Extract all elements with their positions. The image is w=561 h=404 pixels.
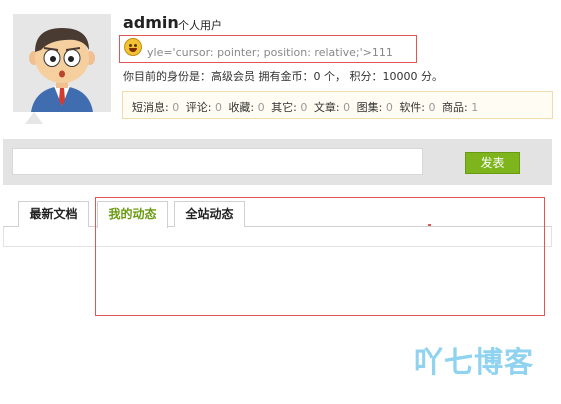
stat-other-value: 0	[300, 101, 308, 114]
stat-comments-value: 0	[214, 101, 222, 114]
member-status: 你目前的身份是：高级会员 拥有金币：0 个， 积分：10000 分。	[123, 70, 443, 83]
stats-bar: 短消息: 0 评论: 0 收藏: 0 其它: 0 文章: 0 图集: 0 软件:…	[122, 91, 553, 119]
watermark: 吖七博客	[414, 345, 535, 379]
stat-articles-label[interactable]: 文章:	[314, 101, 340, 114]
avatar[interactable]	[13, 14, 111, 112]
stat-galleries-value: 0	[385, 101, 393, 114]
stat-favorites-label[interactable]: 收藏:	[228, 101, 254, 114]
post-button[interactable]: 发表	[465, 152, 520, 174]
stat-messages-label[interactable]: 短消息:	[132, 101, 169, 114]
user-type: 个人用户	[178, 19, 222, 32]
stat-messages-value: 0	[172, 101, 180, 114]
stats-list: 短消息: 0 评论: 0 收藏: 0 其它: 0 文章: 0 图集: 0 软件:…	[132, 99, 481, 115]
avatar-illustration	[29, 28, 95, 112]
stat-software-value: 0	[428, 101, 436, 114]
annotation-mark	[428, 224, 431, 226]
stat-comments-label[interactable]: 评论:	[186, 101, 212, 114]
tab-latest-docs[interactable]: 最新文档	[18, 201, 89, 227]
signature-text[interactable]: yle='cursor: pointer; position: relative…	[147, 46, 393, 59]
stat-products-label[interactable]: 商品:	[442, 101, 468, 114]
stat-favorites-value: 0	[257, 101, 265, 114]
stat-other-label[interactable]: 其它:	[271, 101, 297, 114]
avatar-pointer	[25, 112, 43, 124]
post-input[interactable]	[12, 148, 423, 175]
username[interactable]: admin	[123, 13, 179, 32]
stat-products-value: 1	[471, 101, 479, 114]
annotation-box	[95, 197, 545, 316]
laughing-emoji-icon	[124, 38, 142, 56]
stat-software-label[interactable]: 软件:	[399, 101, 425, 114]
stat-galleries-label[interactable]: 图集:	[357, 101, 383, 114]
stat-articles-value: 0	[343, 101, 351, 114]
